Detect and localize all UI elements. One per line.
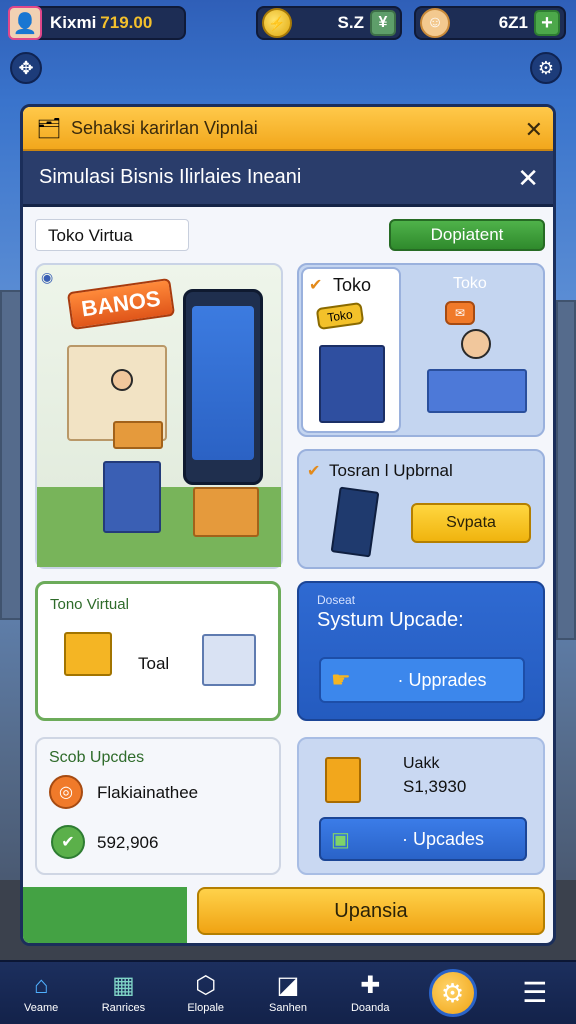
inner-window-header: Simulasi Bisnis Ilirlaies Ineani ✕ [23, 151, 553, 207]
tosran-title: Tosran l Upbrnal [329, 461, 453, 480]
puzzle-icon: ✚ [360, 972, 381, 999]
character-face-icon: ☺ [420, 8, 450, 38]
coins-amount: S.Z [337, 13, 364, 32]
atm-machine [319, 345, 385, 423]
avatar[interactable]: 👤 [8, 6, 42, 40]
nav-item-settings[interactable]: ⚙ [411, 962, 493, 1024]
user-profile-pill[interactable]: 👤 Kixmi 719.00 [8, 6, 186, 40]
uakk-upgrades-label: · Upcades [401, 828, 485, 849]
nav-item-menu[interactable]: ☰ [494, 962, 576, 1024]
nav-item-store[interactable]: ▦ Ranrices [82, 962, 164, 1024]
green-check-icon: ✔ [51, 825, 85, 859]
toko-label: Toko [333, 275, 372, 295]
gems-pill: ☺ 6Z1 + [414, 6, 566, 40]
bottom-navigation: ⌂ Veame ▦ Ranrices ⬡ Elopale ◪ Sanhen ✚ … [0, 960, 576, 1024]
laptop-worker-figure [461, 329, 491, 359]
system-title: Systum Upcade: [317, 609, 464, 631]
user-name: Kixmi [50, 13, 97, 32]
upansia-button[interactable]: Upansia [197, 887, 545, 935]
shopping-cart-icon [64, 632, 112, 676]
outer-close-button[interactable]: ✕ [525, 117, 543, 143]
store-illustration-card[interactable]: BANOS ◉ [35, 263, 283, 569]
hand-pointer-icon: ☛ [331, 667, 351, 692]
trash-bin-icon [325, 757, 361, 803]
nav-label: Veame [24, 1002, 59, 1014]
nav-item-home[interactable]: ⌂ Veame [0, 962, 82, 1024]
move-button[interactable]: ✥ [10, 52, 42, 84]
toko-sign: Toko [315, 301, 365, 331]
toko-card[interactable]: ✔ Toko Toko Toko ✉ [297, 263, 545, 437]
briefcase-icon: 🗂 [36, 117, 62, 140]
nav-item-box[interactable]: ⬡ Elopale [165, 962, 247, 1024]
system-upgrades-button[interactable]: ☛ · Upprades [319, 657, 525, 703]
inner-close-button[interactable]: ✕ [517, 163, 539, 194]
system-kicker: Doseat [317, 593, 356, 607]
nav-label: Elopale [187, 1002, 225, 1014]
storage-basket-icon [202, 634, 256, 686]
user-value: 719.00 [100, 13, 153, 32]
shopkeeper-figure [111, 369, 133, 391]
background-building-right [556, 300, 576, 640]
home-icon: ⌂ [33, 972, 49, 999]
store-icon: ▦ [112, 972, 135, 999]
scob-item-2: 592,906 [97, 833, 159, 852]
tosran-check-icon: ✔ [307, 463, 321, 480]
cash-icon: ▣ [331, 829, 350, 851]
coin-icon: ⚡ [262, 8, 292, 38]
add-coins-button[interactable]: ¥ [370, 10, 396, 36]
nav-item-puzzle[interactable]: ✚ Doanda [329, 962, 411, 1024]
scob-upgrades-card[interactable]: Scob Upcdes ◎ Flakiainathee ✔ 592,906 [35, 737, 281, 875]
chart-icon: ◪ [276, 972, 300, 999]
cta-green-strip [23, 887, 187, 943]
top-hud: 👤 Kixmi 719.00 ⚡ S.Z ¥ ☺ 6Z1 + [8, 4, 568, 40]
menu-icon: ☰ [522, 977, 548, 1008]
uakk-value: S1,3930 [403, 777, 467, 796]
uakk-title: Uakk [403, 755, 440, 772]
gems-amount: 6Z1 [498, 13, 528, 32]
coins-pill: ⚡ S.Z ¥ [256, 6, 402, 40]
laptop-desk [427, 369, 527, 413]
toko-virtual-value: Toal [138, 654, 170, 673]
phone-screen [192, 306, 254, 460]
toko-inner-card: ✔ Toko Toko [301, 267, 401, 433]
tosran-card[interactable]: ✔ Tosran l Upbrnal Svpata [297, 449, 545, 569]
toko-virtual-title: Tono Virtual [50, 596, 129, 613]
nav-label: Doanda [350, 1002, 390, 1014]
toko-label-2: Toko [453, 275, 487, 292]
toko-speech-bubble: ✉ [445, 301, 475, 325]
scob-item-1: Flakiainathee [97, 783, 199, 802]
cardboard-box [193, 487, 259, 537]
background-building-left [0, 290, 22, 620]
business-simulation-window: 🗂 Sehaksi karirlan Vipnlai ✕ Simulasi Bi… [20, 104, 556, 946]
outer-window-title: Sehaksi karirlan Vipnlai [71, 117, 258, 138]
smartphone-illustration [183, 289, 263, 485]
toko-virtual-card[interactable]: Tono Virtual Toal [35, 581, 281, 721]
uakk-card[interactable]: Uakk S1,3930 ▣ · Upcades [297, 737, 545, 875]
nav-label: Ranrices [101, 1002, 146, 1014]
card-corner-icon: ◉ [41, 269, 54, 285]
scob-title: Scob Upcdes [49, 749, 145, 766]
system-upgrade-card[interactable]: Doseat Systum Upcade: ☛ · Upprades [297, 581, 545, 721]
tosran-button[interactable]: Svpata [411, 503, 531, 543]
nav-item-chart[interactable]: ◪ Sanhen [247, 962, 329, 1024]
crate-box [113, 421, 163, 449]
box-icon: ⬡ [195, 972, 217, 999]
bonus-banner: BANOS [66, 277, 176, 331]
outer-window-header: 🗂 Sehaksi karirlan Vipnlai ✕ [23, 107, 553, 151]
inner-window-title: Simulasi Bisnis Ilirlaies Ineani [39, 166, 302, 188]
gear-icon: ⚙ [428, 969, 477, 1017]
store-name-field[interactable]: Toko Virtua [35, 219, 189, 251]
vending-stand [103, 461, 161, 533]
toko-check-icon: ✔ [309, 277, 323, 294]
nav-label: Sanhen [269, 1002, 307, 1014]
system-upgrades-label: · Upprades [397, 669, 487, 690]
tablet-illustration [330, 486, 380, 558]
orange-badge-icon: ◎ [49, 775, 83, 809]
uakk-upgrades-button[interactable]: ▣ · Upcades [319, 817, 527, 861]
settings-gear-button[interactable]: ⚙ [530, 52, 562, 84]
primary-green-button[interactable]: Dopiatent [389, 219, 545, 251]
add-gems-button[interactable]: + [534, 10, 560, 36]
